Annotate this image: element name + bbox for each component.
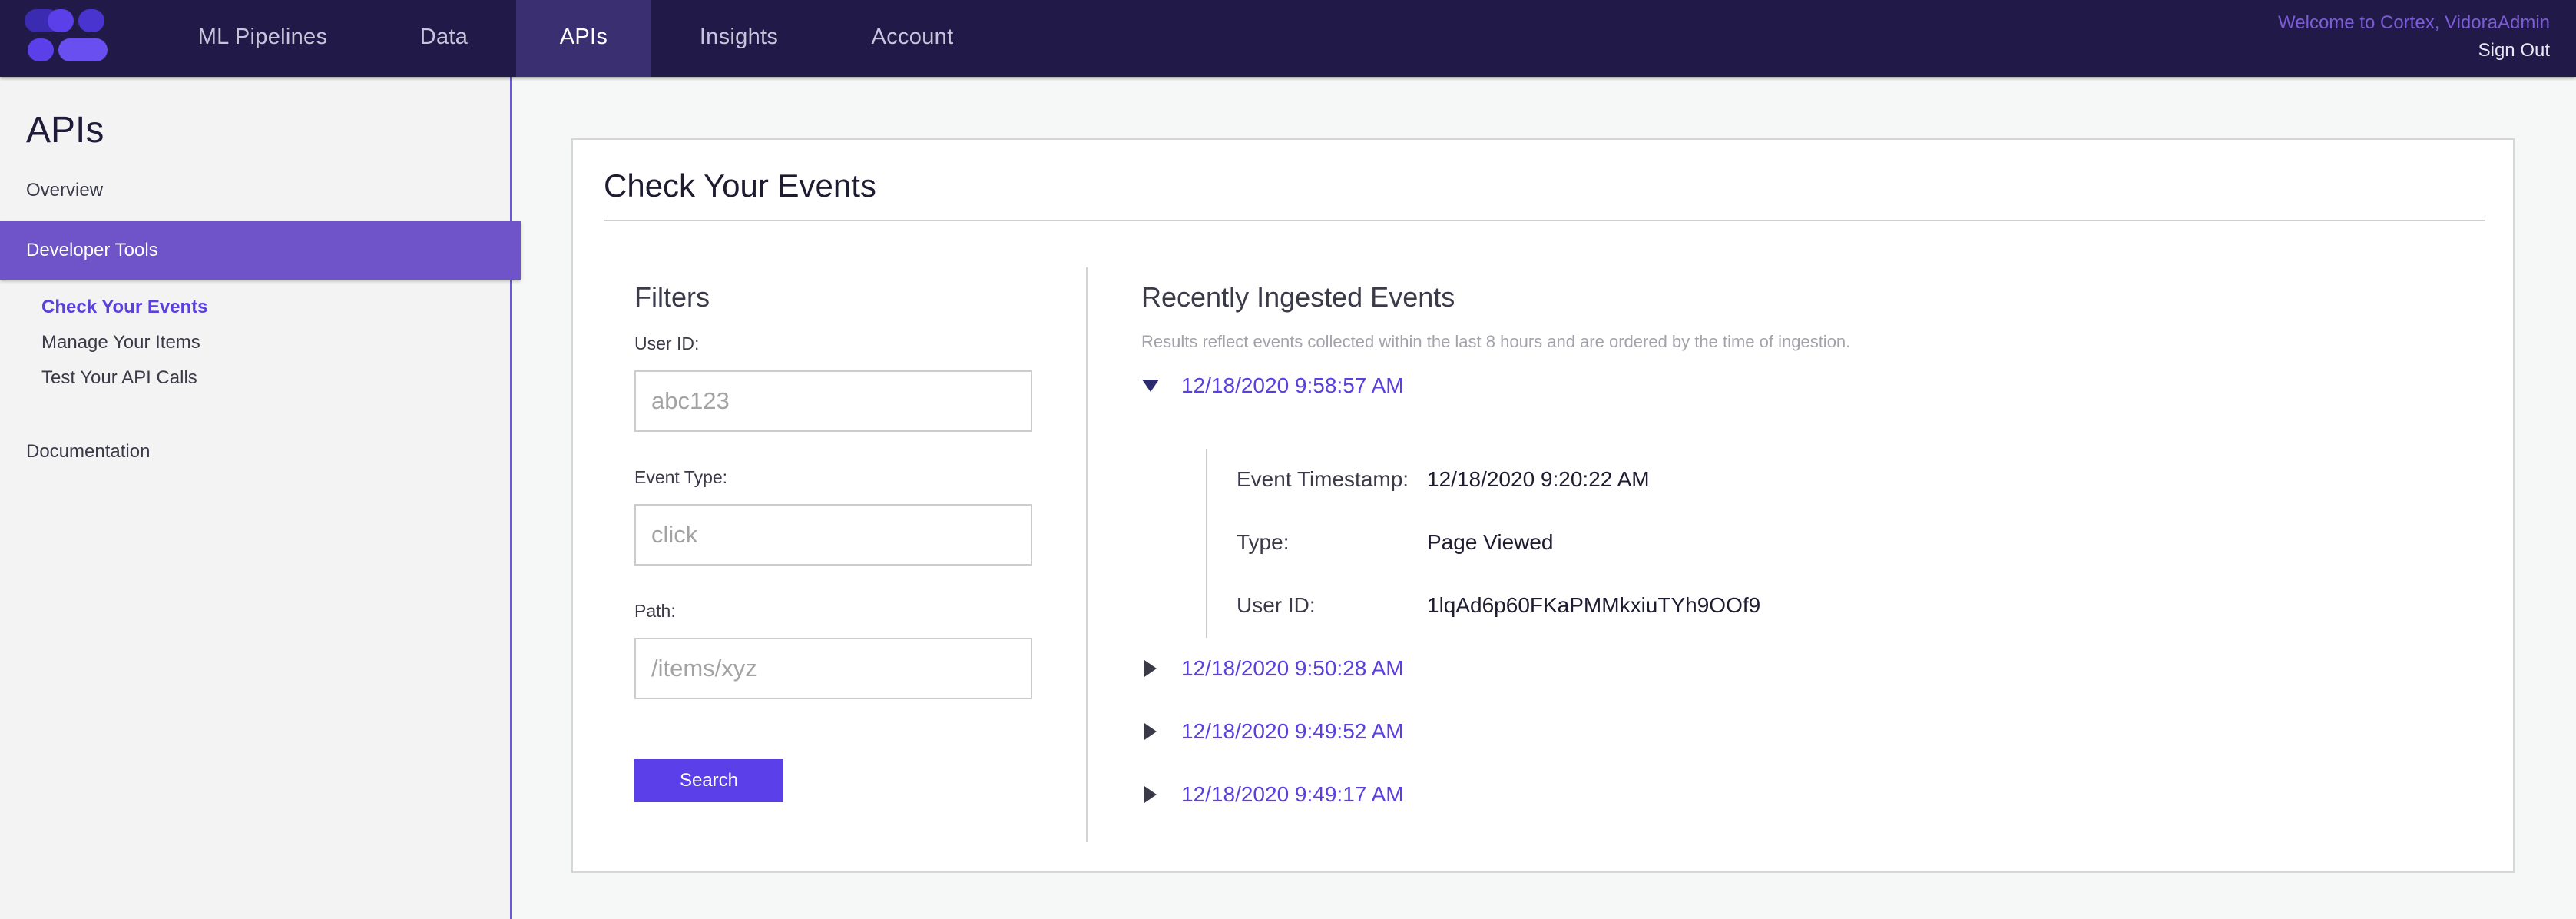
- caret-down-icon[interactable]: [1141, 377, 1160, 395]
- event-timestamp-link[interactable]: 12/18/2020 9:49:52 AM: [1181, 716, 1404, 747]
- sidebar-subitem-manage-your-items[interactable]: Manage Your Items: [41, 332, 200, 353]
- event-timestamp-label: Event Timestamp:: [1237, 467, 1409, 491]
- nav-item-account[interactable]: Account: [845, 0, 980, 77]
- event-timestamp-link[interactable]: 12/18/2020 9:50:28 AM: [1181, 653, 1404, 684]
- event-timestamp-link[interactable]: 12/18/2020 9:49:17 AM: [1181, 779, 1404, 810]
- sidebar-title: APIs: [26, 110, 104, 151]
- sidebar-subitem-check-your-events[interactable]: Check Your Events: [41, 297, 208, 318]
- page-title: Check Your Events: [604, 168, 876, 204]
- user-id-input[interactable]: [634, 370, 1032, 432]
- event-user-id-label: User ID:: [1237, 593, 1316, 617]
- sidebar: APIs Overview Developer Tools Check Your…: [0, 77, 521, 919]
- event-timestamp-link[interactable]: 12/18/2020 9:58:57 AM: [1181, 370, 1404, 401]
- path-label: Path:: [634, 601, 676, 621]
- search-button[interactable]: Search: [634, 759, 783, 802]
- nav-item-ml-pipelines[interactable]: ML Pipelines: [175, 0, 350, 77]
- caret-right-icon[interactable]: [1141, 785, 1160, 804]
- welcome-message: Welcome to Cortex, VidoraAdmin: [2278, 12, 2550, 33]
- event-type-detail-value: Page Viewed: [1427, 530, 1554, 554]
- title-divider: [604, 220, 2485, 221]
- path-input[interactable]: [634, 638, 1032, 699]
- sign-out-link[interactable]: Sign Out: [2478, 40, 2550, 61]
- check-events-card: Check Your Events Filters User ID: Event…: [571, 138, 2515, 873]
- events-heading: Recently Ingested Events: [1141, 281, 1455, 313]
- sidebar-item-documentation[interactable]: Documentation: [26, 441, 150, 463]
- event-type-detail-label: Type:: [1237, 530, 1290, 554]
- nav-item-insights[interactable]: Insights: [676, 0, 802, 77]
- nav-item-apis[interactable]: APIs: [516, 0, 651, 77]
- caret-right-icon[interactable]: [1141, 659, 1160, 678]
- top-nav-bar: ML Pipelines Data APIs Insights Account …: [0, 0, 2576, 77]
- nav-item-data[interactable]: Data: [375, 0, 513, 77]
- user-id-label: User ID:: [634, 333, 700, 353]
- event-timestamp-value: 12/18/2020 9:20:22 AM: [1427, 467, 1650, 491]
- events-note: Results reflect events collected within …: [1141, 332, 1851, 351]
- sidebar-item-developer-tools[interactable]: Developer Tools: [0, 221, 521, 280]
- event-user-id-value: 1lqAd6p60FKaPMMkxiuTYh9OOf9: [1427, 593, 1761, 617]
- filters-heading: Filters: [634, 281, 710, 313]
- sidebar-item-overview[interactable]: Overview: [26, 180, 103, 201]
- caret-right-icon[interactable]: [1141, 722, 1160, 741]
- column-divider: [1086, 267, 1088, 842]
- sidebar-item-label: Developer Tools: [26, 240, 158, 260]
- event-type-label: Event Type:: [634, 467, 728, 487]
- event-detail-rule: [1206, 449, 1207, 638]
- sidebar-subitem-test-your-api-calls[interactable]: Test Your API Calls: [41, 367, 197, 389]
- cortex-logo-icon[interactable]: [25, 9, 111, 65]
- event-type-input[interactable]: [634, 504, 1032, 566]
